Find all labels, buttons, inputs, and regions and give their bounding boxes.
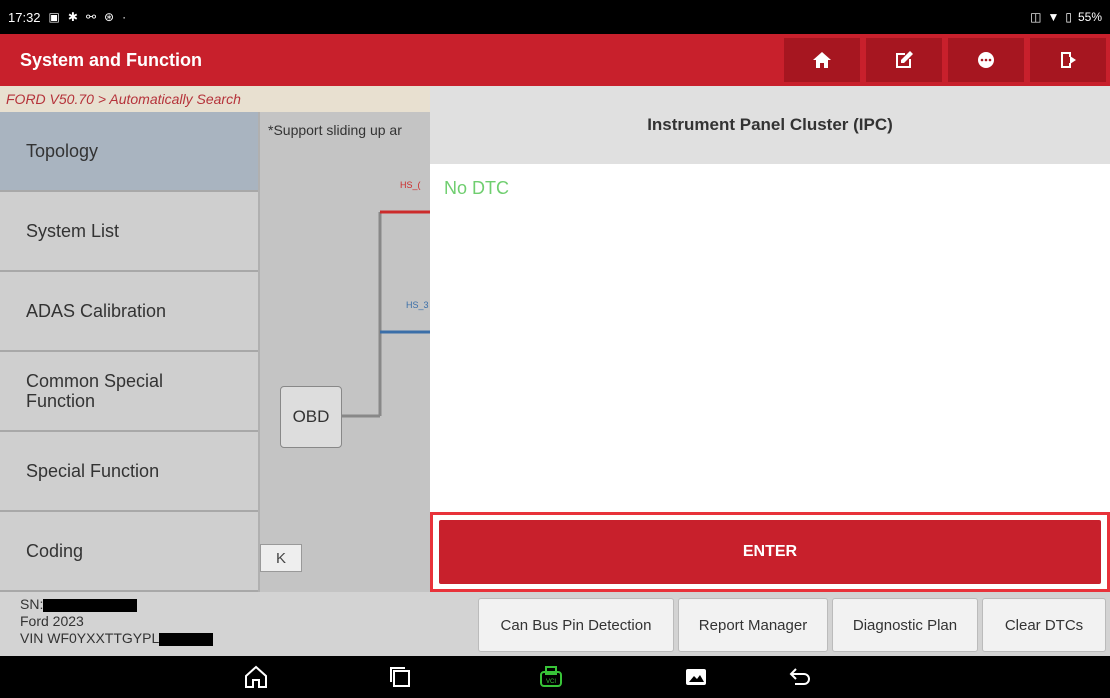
report-manager-button[interactable]: Report Manager: [678, 598, 828, 652]
breadcrumb: FORD V50.70 > Automatically Search: [0, 86, 430, 112]
module-panel: Instrument Panel Cluster (IPC) No DTC EN…: [430, 86, 1110, 592]
nav-back-button[interactable]: [787, 664, 817, 690]
nav-recents-button[interactable]: [387, 664, 417, 690]
sidebar-item-adas-calibration[interactable]: ADAS Calibration: [0, 272, 258, 352]
diagnostic-plan-button[interactable]: Diagnostic Plan: [832, 598, 978, 652]
sidebar: Topology System List ADAS Calibration Co…: [0, 112, 258, 592]
vibrate-icon: ◫: [1030, 10, 1042, 24]
clear-dtcs-button[interactable]: Clear DTCs: [982, 598, 1106, 652]
chat-icon: [978, 52, 994, 68]
enter-button-frame: ENTER: [430, 512, 1110, 592]
can-bus-pin-detection-button[interactable]: Can Bus Pin Detection: [478, 598, 674, 652]
footer: SN: Ford 2023 VIN WF0YXXTTGYPL Can Bus P…: [0, 592, 1110, 656]
battery-icon: ▯: [1065, 10, 1072, 24]
edit-icon: [896, 51, 913, 68]
svg-text:VCI: VCI: [546, 679, 556, 685]
system-nav-bar: VCI: [0, 656, 1110, 698]
vehicle-model: Ford 2023: [20, 613, 84, 629]
status-time: 17:32: [8, 9, 41, 25]
sidebar-item-label: Coding: [26, 540, 84, 561]
usb-icon: ⚯: [85, 10, 97, 24]
sn-redacted: [43, 598, 138, 612]
home-outline-icon: [245, 665, 267, 688]
sidebar-item-system-list[interactable]: System List: [0, 192, 258, 272]
dot-icon: ·: [122, 10, 127, 24]
collapse-sidebar-button[interactable]: K: [260, 544, 302, 572]
report-button[interactable]: [866, 38, 942, 82]
vin-label: VIN WF0YXXTTGYPL: [20, 630, 160, 646]
sidebar-item-special-function[interactable]: Special Function: [0, 432, 258, 512]
recents-icon: [390, 667, 410, 687]
footer-actions: Can Bus Pin Detection Report Manager Dia…: [478, 598, 1106, 652]
chat-button[interactable]: [948, 38, 1024, 82]
image-notification-icon: ▣: [48, 10, 60, 24]
battery-level: 55%: [1077, 10, 1102, 24]
vehicle-info: SN: Ford 2023 VIN WF0YXXTTGYPL: [20, 596, 214, 647]
sidebar-item-label: Common Special Function: [26, 371, 164, 411]
status-right: ◫ ▼ ▯ 55%: [1030, 10, 1102, 24]
vin-redacted: [159, 632, 214, 646]
sidebar-item-label: Special Function: [26, 460, 160, 481]
sidebar-item-label: Topology: [26, 140, 99, 161]
nav-vci-button[interactable]: VCI: [538, 664, 568, 690]
sync-icon: ⊛: [104, 10, 115, 24]
dtc-status: No DTC: [444, 178, 510, 198]
bus-label-hs-can: HS_(: [400, 180, 421, 190]
status-bar: 17:32 ▣ ✱ ⚯ ⊛ · ◫ ▼ ▯ 55%: [0, 0, 1110, 34]
obd-node[interactable]: OBD: [280, 386, 342, 448]
wifi-icon: ▼: [1047, 10, 1060, 24]
status-icons: ▣ ✱ ⚯ ⊛ ·: [49, 10, 127, 24]
settings-notification-icon: ✱: [67, 10, 78, 24]
home-icon: [813, 52, 831, 68]
module-title: Instrument Panel Cluster (IPC): [430, 86, 1110, 164]
sidebar-item-label: System List: [26, 220, 120, 241]
exit-icon: [1061, 52, 1076, 68]
serial-number: SN:: [20, 596, 213, 613]
nav-home-button[interactable]: [243, 664, 273, 690]
sidebar-item-topology[interactable]: Topology: [0, 112, 258, 192]
app-header: System and Function: [0, 34, 1110, 86]
topology-hint: *Support sliding up ar: [268, 122, 402, 138]
home-button[interactable]: [784, 38, 860, 82]
sidebar-item-label: ADAS Calibration: [26, 300, 167, 321]
bus-label-hs3-can: HS_3: [406, 300, 429, 310]
image-icon: [686, 669, 706, 685]
vci-icon: VCI: [540, 666, 562, 687]
back-icon: [789, 668, 810, 685]
sidebar-item-coding[interactable]: Coding: [0, 512, 258, 592]
topology-diagram[interactable]: *Support sliding up ar HS_( HS_3 OBD K: [258, 112, 430, 592]
header-actions: [784, 38, 1106, 82]
page-title: System and Function: [20, 49, 203, 70]
vin: VIN WF0YXXTTGYPL: [20, 630, 214, 647]
enter-button[interactable]: ENTER: [439, 520, 1101, 584]
sn-label: SN:: [20, 596, 44, 612]
exit-button[interactable]: [1030, 38, 1106, 82]
nav-gallery-button[interactable]: [683, 664, 713, 690]
sidebar-item-common-special-function[interactable]: Common Special Function: [0, 352, 258, 432]
